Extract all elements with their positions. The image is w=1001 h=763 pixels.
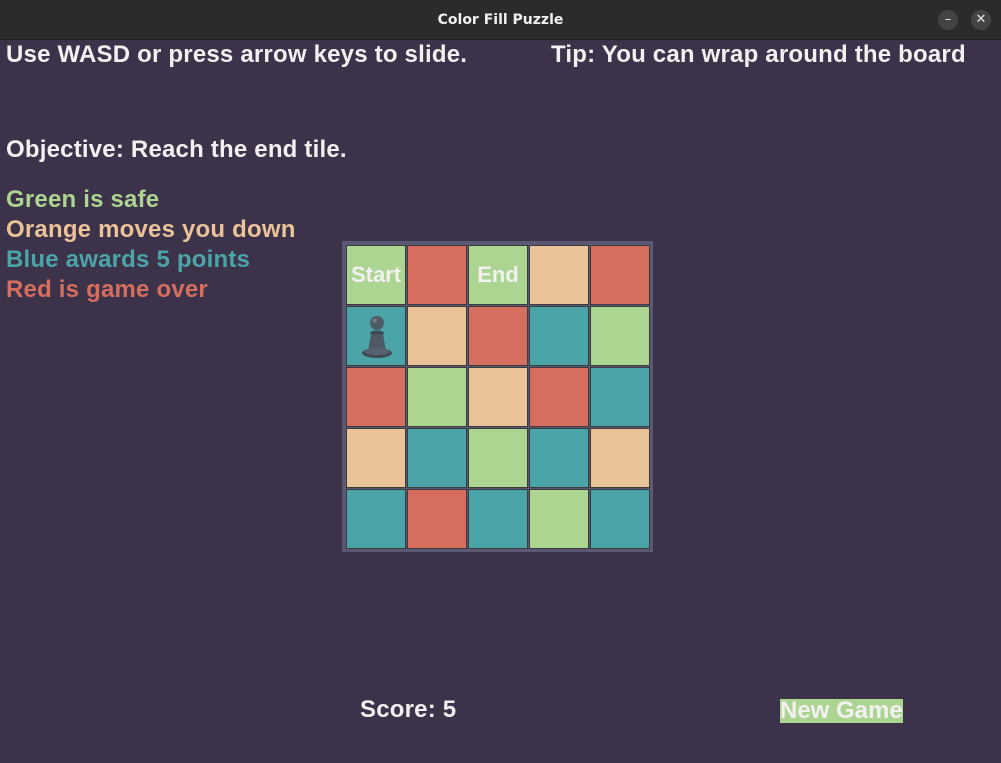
tile-green — [590, 306, 650, 366]
tile-red — [468, 306, 528, 366]
tile-green: End — [468, 245, 528, 305]
tile-red — [346, 367, 406, 427]
tile-green: Start — [346, 245, 406, 305]
objective-text: Objective: Reach the end tile. — [6, 136, 347, 163]
tile-orange — [529, 245, 589, 305]
title-bar: Color Fill Puzzle – ✕ — [0, 0, 1001, 40]
legend-red: Red is game over — [6, 276, 208, 303]
tile-green — [529, 489, 589, 549]
new-game-button[interactable]: New Game — [780, 699, 903, 723]
close-button[interactable]: ✕ — [971, 10, 991, 30]
score-display: Score: 5 — [360, 696, 457, 723]
pawn-icon — [362, 316, 392, 358]
tile-blue — [346, 489, 406, 549]
tile-orange — [468, 367, 528, 427]
window-title: Color Fill Puzzle — [437, 12, 564, 28]
tile-orange — [407, 306, 467, 366]
tile-red — [407, 489, 467, 549]
game-board[interactable]: Start End — [342, 241, 653, 552]
tile-orange — [346, 428, 406, 488]
tip-text: Tip: You can wrap around the board — [551, 41, 966, 68]
end-tile-label: End — [477, 262, 519, 287]
tile-blue — [529, 306, 589, 366]
tile-red — [590, 245, 650, 305]
tile-blue — [590, 367, 650, 427]
tile-blue — [407, 428, 467, 488]
tile-blue — [529, 428, 589, 488]
tile-orange — [590, 428, 650, 488]
tile-green — [407, 367, 467, 427]
tile-grid: Start End — [346, 245, 650, 549]
minimize-button[interactable]: – — [938, 10, 958, 30]
tile-blue — [590, 489, 650, 549]
game-window: Color Fill Puzzle – ✕ Use WASD or press … — [0, 0, 1001, 763]
tile-red — [529, 367, 589, 427]
tile-red — [407, 245, 467, 305]
tile-blue — [468, 489, 528, 549]
controls-instruction: Use WASD or press arrow keys to slide. — [6, 41, 468, 68]
legend-orange: Orange moves you down — [6, 216, 296, 243]
tile-green — [468, 428, 528, 488]
legend-green: Green is safe — [6, 186, 160, 213]
tile-blue — [346, 306, 406, 366]
legend-blue: Blue awards 5 points — [6, 246, 251, 273]
start-tile-label: Start — [350, 262, 402, 287]
